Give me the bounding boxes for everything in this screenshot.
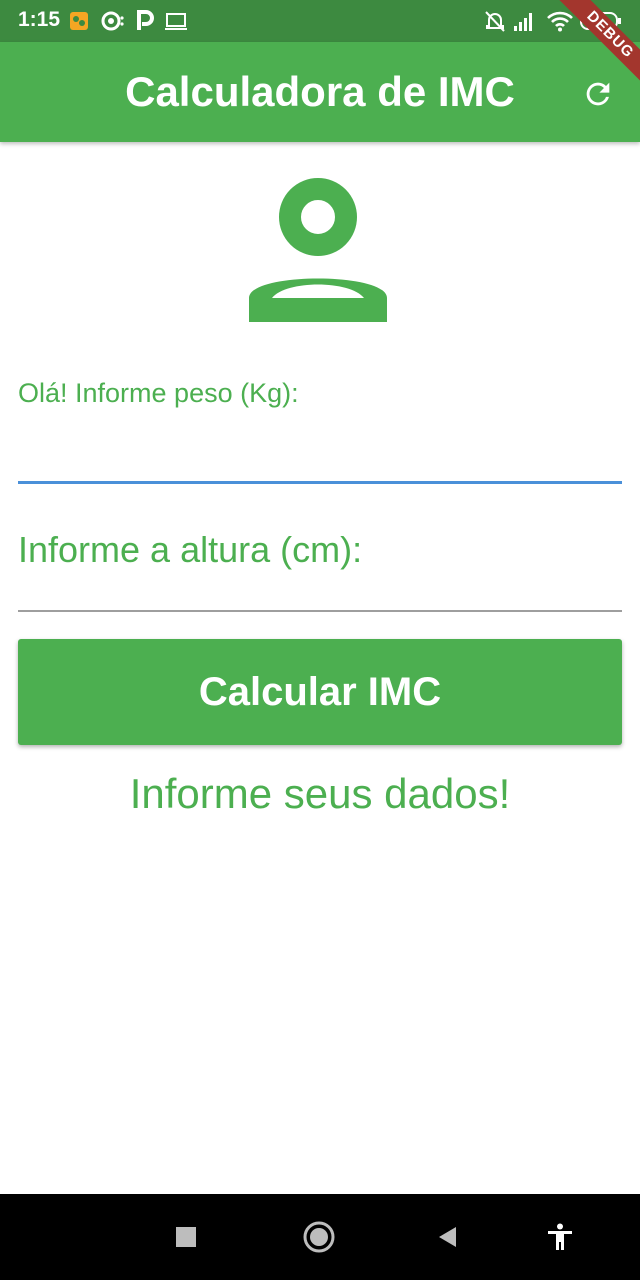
- laptop-icon: [164, 8, 188, 34]
- app-bar: Calculadora de IMC: [0, 42, 640, 142]
- recents-icon: [176, 1227, 196, 1247]
- bell-off-icon: [484, 8, 506, 34]
- svg-text:53: 53: [592, 14, 606, 29]
- screen: 1:15 53 Calculadora de IMC DEBUG Olá! In…: [0, 0, 640, 1280]
- weight-input-underline: [18, 481, 622, 484]
- weight-input[interactable]: [18, 420, 622, 480]
- height-input[interactable]: [18, 520, 622, 580]
- p-app-icon: [136, 8, 154, 34]
- refresh-button[interactable]: [572, 68, 624, 120]
- calculate-button[interactable]: Calcular IMC: [18, 639, 622, 745]
- accessibility-button[interactable]: [537, 1214, 583, 1260]
- sync-icon: [100, 8, 124, 34]
- wifi-icon: [546, 8, 574, 34]
- nav-bar: [0, 1194, 640, 1280]
- person-icon: [246, 176, 394, 322]
- height-input-underline: [18, 610, 622, 612]
- status-bar: 1:15 53: [0, 0, 640, 42]
- signal-icon: [512, 8, 536, 34]
- home-icon: [303, 1221, 335, 1253]
- refresh-icon: [586, 82, 610, 106]
- back-button[interactable]: [425, 1214, 471, 1260]
- battery-icon: 53: [580, 8, 622, 34]
- app-title: Calculadora de IMC: [125, 68, 515, 115]
- accessibility-icon: [548, 1223, 572, 1250]
- status-time: 1:15: [18, 8, 61, 31]
- home-button[interactable]: [296, 1214, 342, 1260]
- back-icon: [439, 1227, 456, 1247]
- recents-button[interactable]: [163, 1214, 209, 1260]
- weight-label: Olá! Informe peso (Kg):: [18, 378, 299, 408]
- info-text: Informe seus dados!: [129, 770, 511, 817]
- notification-app-icon: [68, 8, 90, 34]
